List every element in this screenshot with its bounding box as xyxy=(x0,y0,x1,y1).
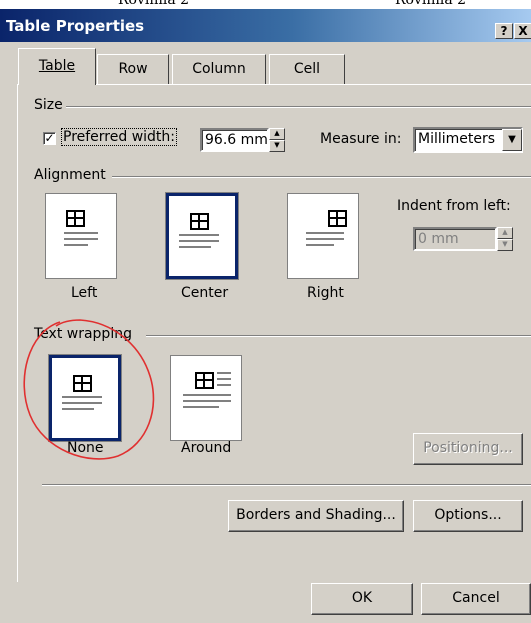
annotation-circle xyxy=(23,319,155,460)
tab-table[interactable]: Table xyxy=(18,48,96,85)
tab-table-label: Table xyxy=(38,58,76,74)
